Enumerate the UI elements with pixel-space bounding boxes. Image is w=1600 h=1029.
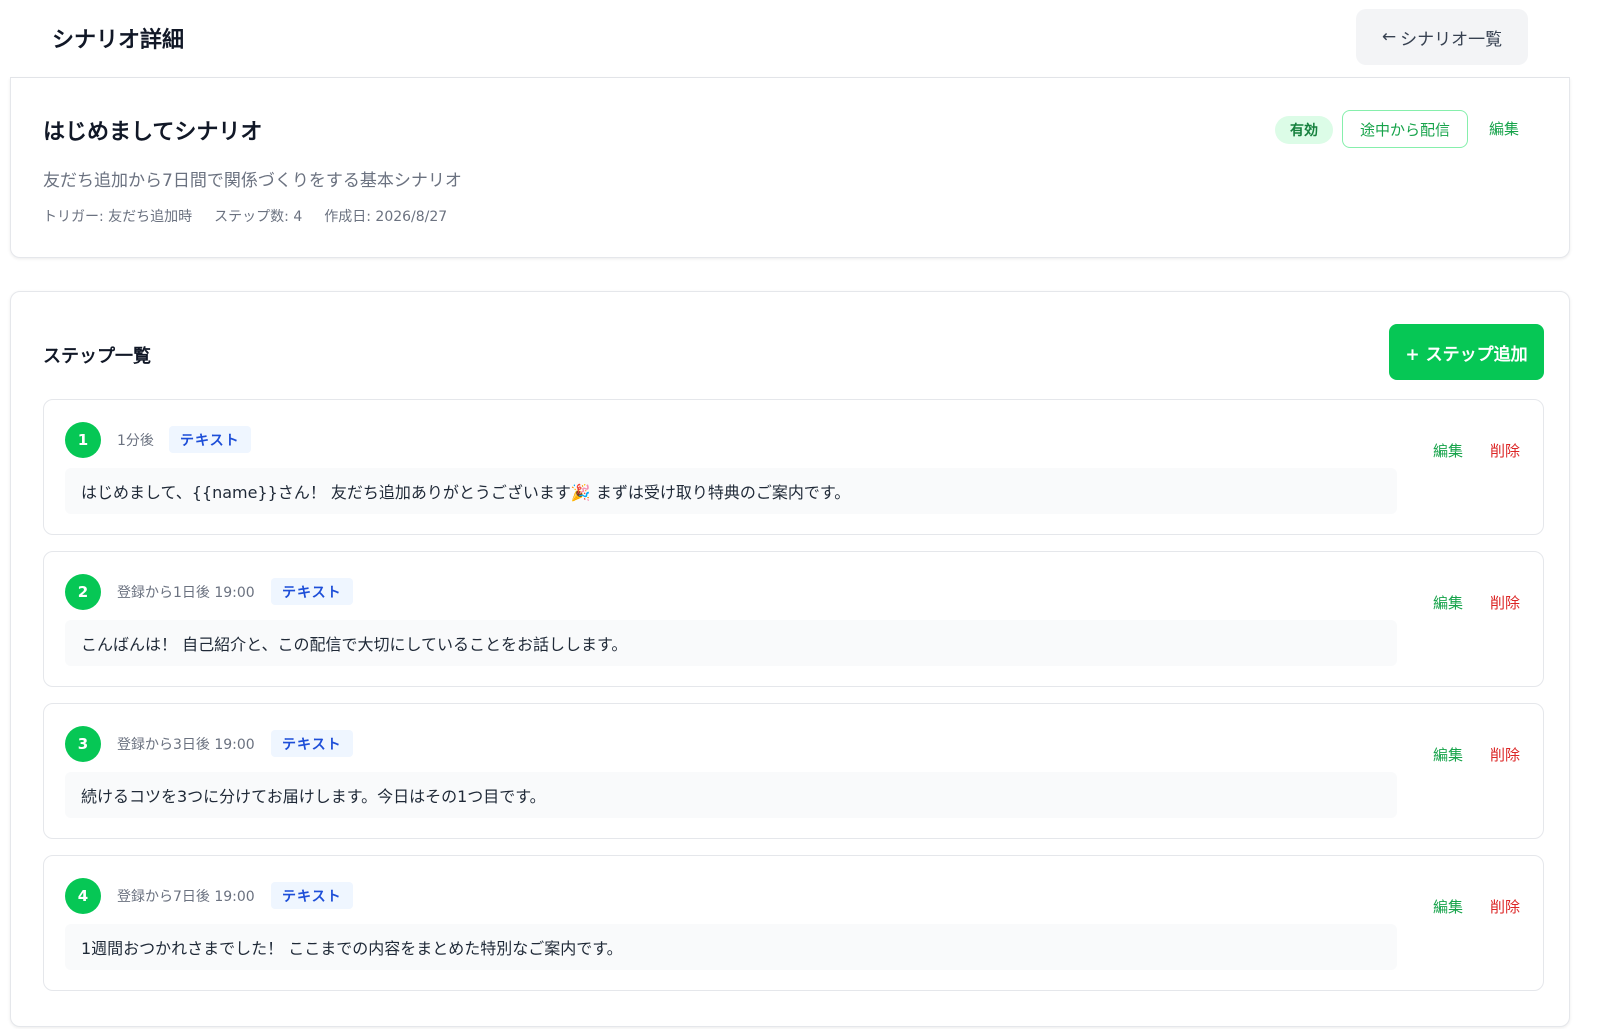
step-type-badge: テキスト	[169, 426, 251, 453]
step-item: 1 1分後 テキスト はじめまして、{{name}}さん！ 友だち追加ありがとう…	[43, 399, 1544, 535]
step-message: 1週間おつかれさまでした！ ここまでの内容をまとめた特別なご案内です。	[65, 924, 1397, 970]
step-item: 3 登録から3日後 19:00 テキスト 続けるコツを3つに分けてお届けします。…	[43, 703, 1544, 839]
step-message: こんばんは！ 自己紹介と、この配信で大切にしていることをお話しします。	[65, 620, 1397, 666]
step-edit-button[interactable]: 編集	[1433, 744, 1463, 765]
page-title: シナリオ詳細	[52, 28, 185, 53]
status-badge: 有効	[1275, 116, 1333, 144]
step-type-badge: テキスト	[271, 730, 353, 757]
add-step-button[interactable]: + ステップ追加	[1389, 324, 1544, 380]
edit-scenario-button[interactable]: 編集	[1489, 118, 1519, 139]
step-number-badge: 4	[65, 878, 101, 914]
step-number-badge: 1	[65, 422, 101, 458]
steps-section-title: ステップ一覧	[43, 346, 151, 367]
top-bar: シナリオ詳細 ← シナリオ一覧	[0, 0, 1600, 78]
scenario-meta: トリガー: 友だち追加時 ステップ数: 4 作成日: 2026/8/27	[43, 206, 447, 226]
step-delete-button[interactable]: 削除	[1490, 440, 1520, 461]
step-delete-button[interactable]: 削除	[1490, 592, 1520, 613]
step-message: 続けるコツを3つに分けてお届けします。今日はその1つ目です。	[65, 772, 1397, 818]
step-timing: 登録から3日後 19:00	[117, 737, 255, 753]
back-button-label: シナリオ一覧	[1400, 29, 1503, 50]
scenario-name: はじめましてシナリオ	[43, 120, 263, 145]
resend-from-middle-button[interactable]: 途中から配信	[1342, 110, 1468, 148]
scenario-trigger: トリガー: 友だち追加時	[43, 209, 193, 225]
step-item: 2 登録から1日後 19:00 テキスト こんばんは！ 自己紹介と、この配信で大…	[43, 551, 1544, 687]
scenario-info-card: はじめましてシナリオ 友だち追加から7日間で関係づくりをする基本シナリオ トリガ…	[10, 78, 1570, 258]
step-number-badge: 2	[65, 574, 101, 610]
step-edit-button[interactable]: 編集	[1433, 896, 1463, 917]
scenario-created-date: 作成日: 2026/8/27	[324, 209, 448, 225]
step-timing: 登録から1日後 19:00	[117, 585, 255, 601]
step-edit-button[interactable]: 編集	[1433, 592, 1463, 613]
step-type-badge: テキスト	[271, 578, 353, 605]
steps-card: ステップ一覧 + ステップ追加 1 1分後 テキスト はじめまして、{{name…	[10, 291, 1570, 1027]
back-to-list-button[interactable]: ← シナリオ一覧	[1356, 9, 1528, 65]
step-number-badge: 3	[65, 726, 101, 762]
step-delete-button[interactable]: 削除	[1490, 744, 1520, 765]
step-delete-button[interactable]: 削除	[1490, 896, 1520, 917]
step-item: 4 登録から7日後 19:00 テキスト 1週間おつかれさまでした！ ここまでの…	[43, 855, 1544, 991]
arrow-left-icon: ←	[1381, 27, 1397, 47]
step-timing: 1分後	[117, 433, 154, 449]
step-type-badge: テキスト	[271, 882, 353, 909]
scenario-description: 友だち追加から7日間で関係づくりをする基本シナリオ	[43, 171, 462, 191]
scenario-step-count: ステップ数: 4	[214, 209, 303, 225]
step-message: はじめまして、{{name}}さん！ 友だち追加ありがとうございます🎉 まずは受…	[65, 468, 1397, 514]
step-edit-button[interactable]: 編集	[1433, 440, 1463, 461]
step-timing: 登録から7日後 19:00	[117, 889, 255, 905]
